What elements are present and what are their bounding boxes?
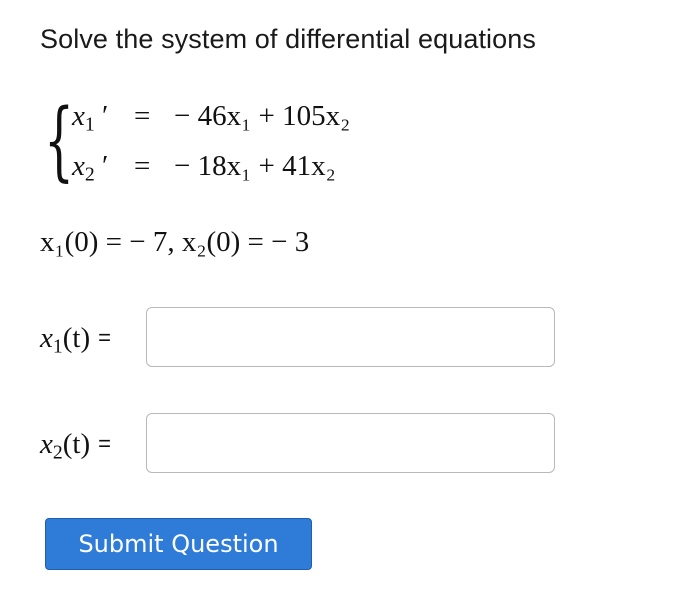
answer-label-x1: x1(t) = (40, 322, 111, 358)
initial-conditions: x₁(0) = − 7, x₂(0) = − 3 (40, 226, 310, 258)
equation-lhs: x1 ′ (72, 100, 109, 136)
equation-equals: = (134, 150, 151, 182)
system-brace: { (44, 91, 75, 191)
equation-rhs: − 18x₁ + 41x₂ (174, 150, 336, 182)
equation-rhs: − 46x₁ + 105x₂ (174, 100, 351, 132)
equation-lhs: x2 ′ (72, 150, 109, 186)
answer-label-x2: x2(t) = (40, 428, 111, 464)
equals-sign: = (98, 325, 111, 350)
answer-input-x1[interactable] (146, 307, 555, 367)
submit-question-button[interactable]: Submit Question (45, 518, 312, 570)
equation-equals: = (134, 100, 151, 132)
answer-input-x2[interactable] (146, 413, 555, 473)
question-prompt: Solve the system of differential equatio… (40, 24, 536, 54)
equals-sign: = (98, 431, 111, 456)
